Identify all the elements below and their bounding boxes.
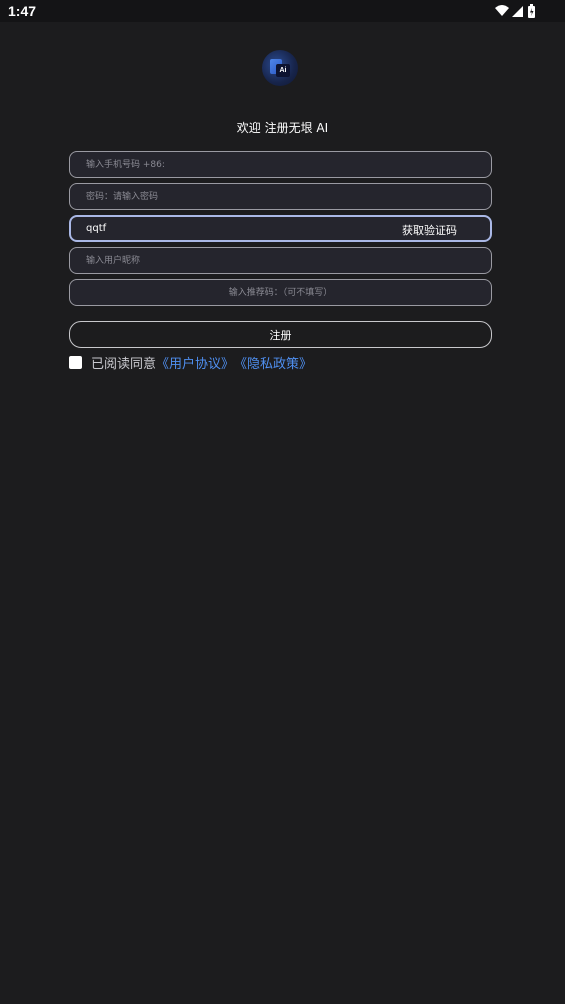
phone-input[interactable] [70, 152, 491, 177]
nickname-field[interactable] [69, 247, 492, 274]
verification-code-input[interactable] [71, 217, 396, 240]
agreement-row: 已阅读同意 《用户协议》 《隐私政策》 [69, 353, 312, 372]
get-code-button[interactable]: 获取验证码 [402, 222, 457, 238]
logo-icon: Ai [270, 59, 290, 77]
app-logo: Ai [262, 50, 298, 86]
cell-signal-icon [512, 6, 523, 17]
agreement-prefix: 已阅读同意 [91, 356, 157, 372]
status-icons [495, 4, 535, 18]
password-field[interactable] [69, 183, 492, 210]
status-bar: 1:47 [0, 0, 565, 22]
register-button[interactable]: 注册 [69, 321, 492, 348]
referral-field[interactable] [69, 279, 492, 306]
logo-badge: Ai [276, 64, 290, 77]
referral-code-input[interactable] [70, 280, 491, 305]
verification-field[interactable]: 获取验证码 [69, 215, 492, 242]
agreement-checkbox[interactable] [69, 355, 82, 369]
nickname-input[interactable] [70, 248, 491, 273]
wifi-icon [495, 5, 509, 16]
user-agreement-link[interactable]: 《用户协议》 [156, 353, 234, 372]
password-input[interactable] [70, 184, 491, 209]
phone-field[interactable] [69, 151, 492, 178]
privacy-policy-link[interactable]: 《隐私政策》 [234, 353, 312, 372]
battery-icon [528, 4, 535, 18]
register-screen: 1:47 Ai 欢迎 注册无垠 AI 获取验证码 注册 [0, 0, 565, 1004]
status-time: 1:47 [8, 3, 37, 19]
welcome-title: 欢迎 注册无垠 AI [236, 121, 329, 135]
